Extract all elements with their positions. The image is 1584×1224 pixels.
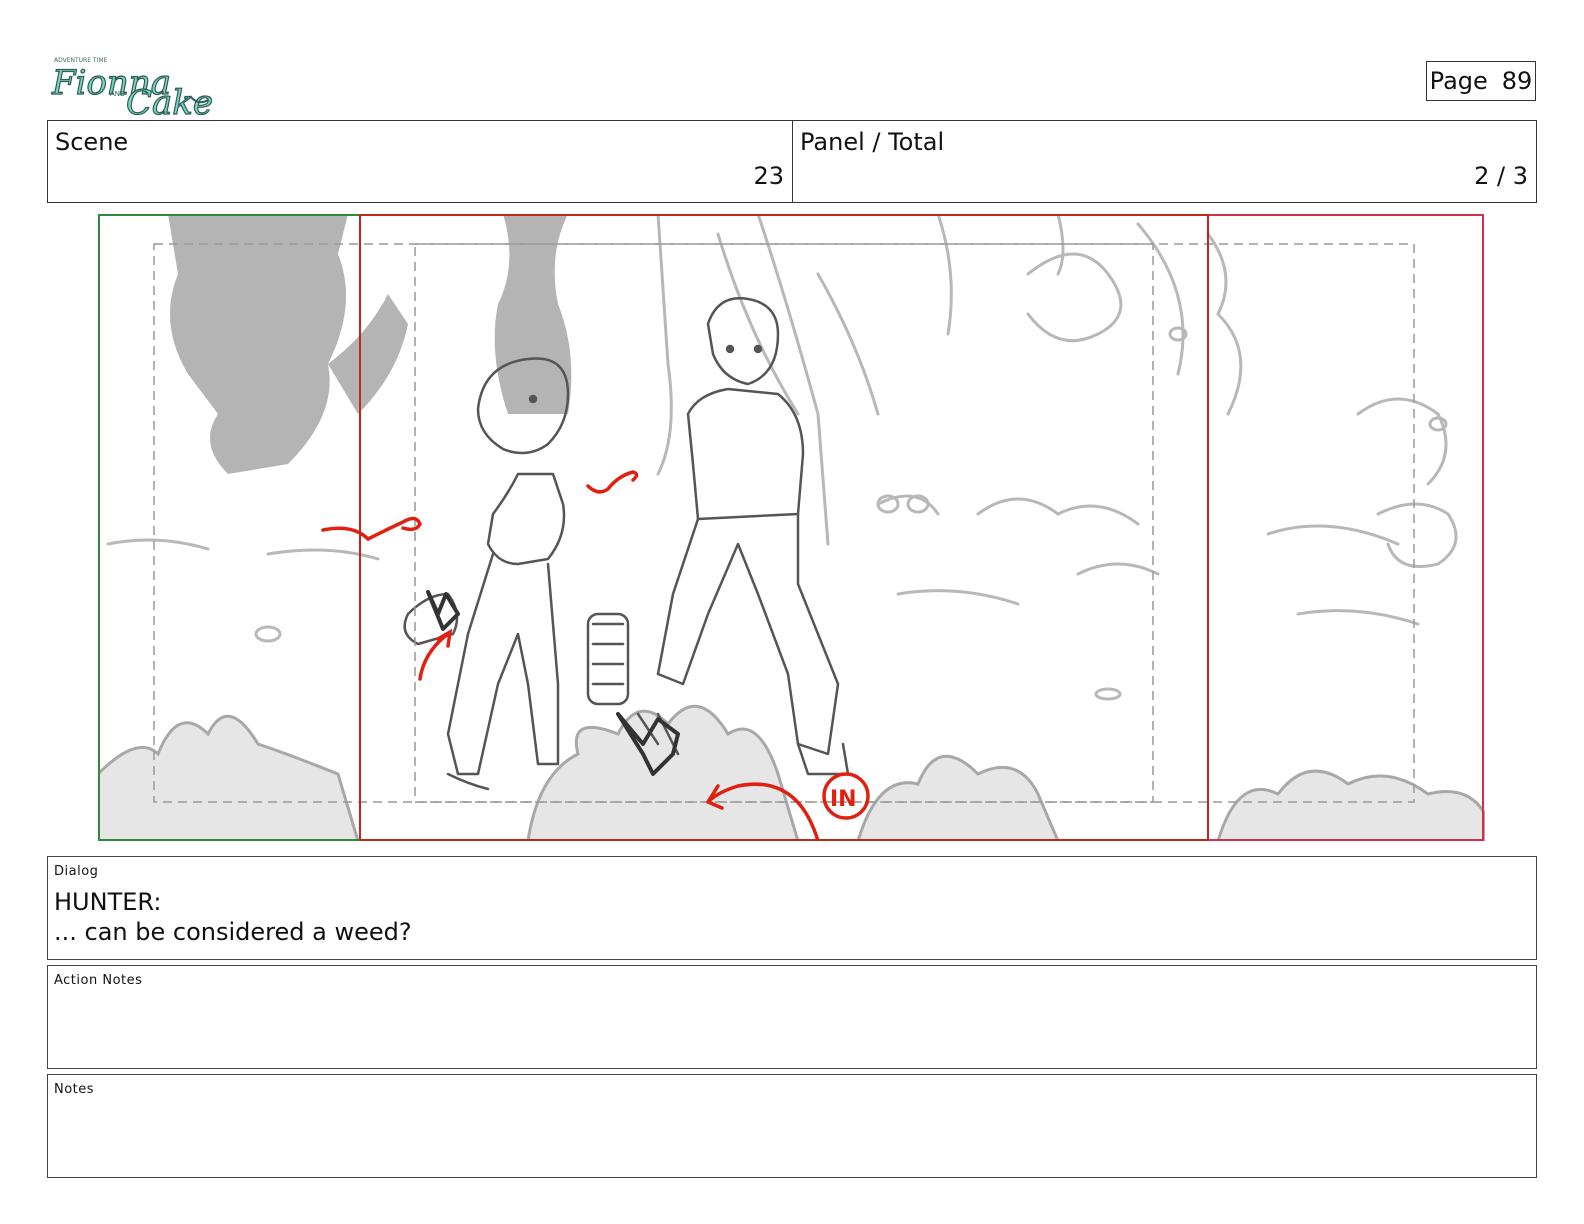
page-number: 89 <box>1501 67 1533 95</box>
page-label: Page <box>1429 67 1488 95</box>
panel-label: Panel / Total <box>800 128 945 156</box>
fionna-and-cake-logo-icon: ADVENTURE TIME Fionna AND Cake <box>50 57 213 124</box>
in-marker: IN <box>830 787 857 812</box>
panel-sketch: IN <box>96 212 1487 843</box>
dialog-speaker: HUNTER: <box>54 888 162 916</box>
dialog-box: Dialog HUNTER: ... can be considered a w… <box>47 856 1537 960</box>
panel-value: 2 / 3 <box>1474 162 1528 190</box>
scene-panel-header: Scene 23 Panel / Total 2 / 3 <box>47 120 1537 203</box>
page-number-box: Page 89 <box>1426 61 1536 101</box>
action-notes-box: Action Notes <box>47 965 1537 1069</box>
show-logo: ADVENTURE TIME Fionna AND Cake <box>50 48 215 124</box>
scene-cell: Scene 23 <box>48 121 793 202</box>
dialog-label: Dialog <box>54 864 99 879</box>
dialog-text: HUNTER: ... can be considered a weed? <box>54 887 412 947</box>
scene-value: 23 <box>753 162 784 190</box>
notes-label: Notes <box>54 1082 95 1097</box>
notes-box: Notes <box>47 1074 1537 1178</box>
action-notes-label: Action Notes <box>54 973 143 988</box>
dialog-line: ... can be considered a weed? <box>54 918 412 946</box>
svg-text:AND: AND <box>110 90 125 98</box>
panel-cell: Panel / Total 2 / 3 <box>793 121 1536 202</box>
storyboard-panel: IN <box>96 212 1487 843</box>
scene-label: Scene <box>55 128 129 156</box>
